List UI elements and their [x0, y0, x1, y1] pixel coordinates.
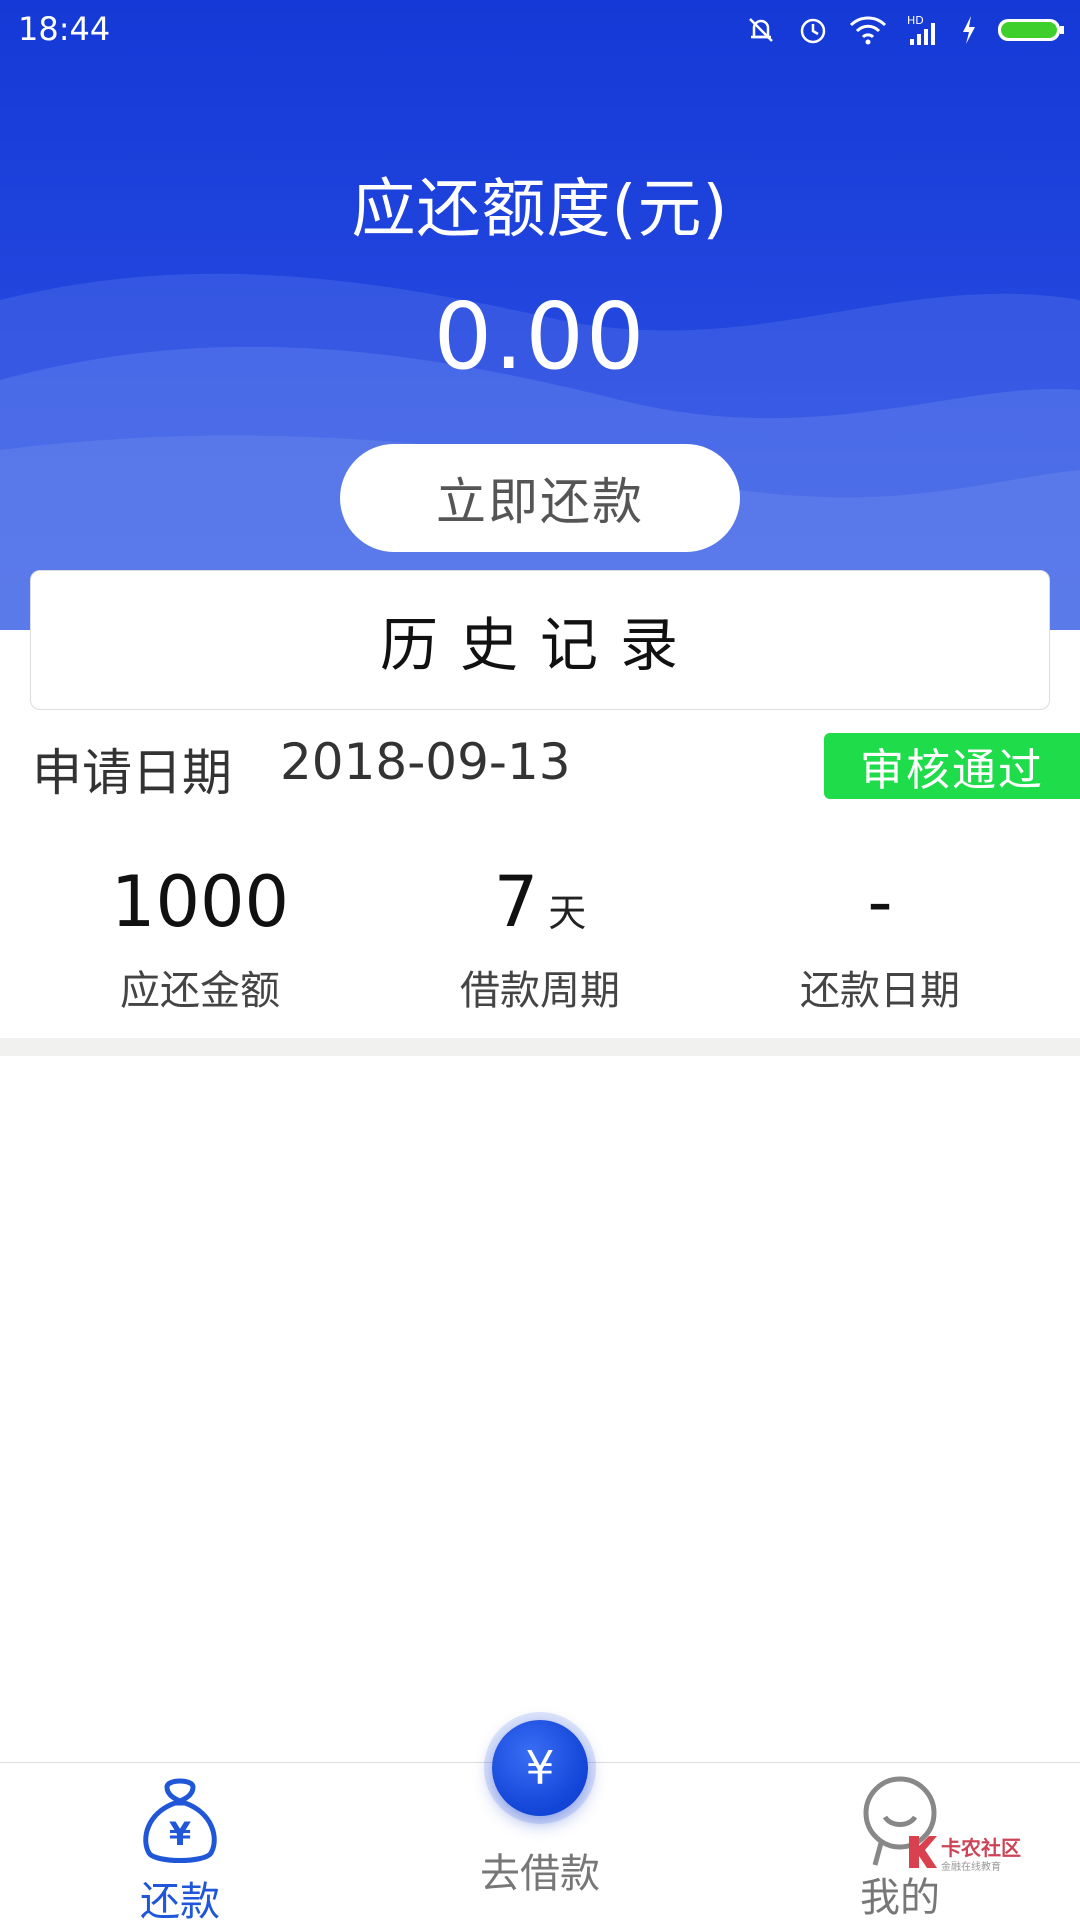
- signal-hd-icon: HD: [907, 14, 935, 45]
- money-bag-icon: ¥: [143, 1778, 217, 1863]
- signal-badge: HD: [907, 14, 924, 27]
- watermark-subtext: 金融在线教育: [941, 1862, 1001, 1873]
- stat-label: 应还金额: [120, 968, 280, 1014]
- tab-repay[interactable]: ¥ 还款: [100, 1773, 260, 1927]
- repay-now-button[interactable]: 立即还款: [340, 444, 740, 552]
- status-bar: 18:44 HD: [0, 0, 1080, 60]
- stat-unit: 天: [548, 891, 587, 935]
- watermark-icon: [909, 1836, 937, 1868]
- stat-repay-date: - 还款日期: [710, 860, 1050, 1016]
- stat-label: 借款周期: [460, 968, 620, 1014]
- wifi-icon: [849, 16, 887, 45]
- watermark-logo: 卡农社区 金融在线教育: [903, 1832, 1023, 1876]
- stat-value: 1000: [30, 860, 370, 944]
- status-time: 18:44: [18, 10, 111, 48]
- apply-date-label: 申请日期: [32, 744, 232, 802]
- watermark-text: 卡农社区: [941, 1836, 1021, 1860]
- status-icons: HD: [744, 10, 1066, 50]
- stat-number: 1000: [110, 861, 290, 943]
- status-badge: 审核通过: [824, 733, 1080, 799]
- apply-date-value: 2018-09-13: [280, 733, 571, 791]
- tab-repay-label: 还款: [140, 1879, 220, 1925]
- bag-symbol: ¥: [169, 1815, 191, 1853]
- battery-icon: [998, 19, 1064, 41]
- yuan-circle-icon[interactable]: ¥: [492, 1720, 588, 1816]
- alarm-icon: [800, 18, 826, 44]
- charging-icon: [963, 16, 975, 44]
- stat-number: -: [867, 861, 893, 943]
- bell-muted-icon: [749, 18, 773, 42]
- stat-value: 7天: [370, 860, 710, 944]
- stat-amount-due: 1000 应还金额: [30, 860, 370, 1016]
- history-button[interactable]: 历史记录: [30, 570, 1050, 710]
- tab-borrow[interactable]: 去借款: [440, 1841, 640, 1899]
- stat-loan-period: 7天 借款周期: [370, 860, 710, 1016]
- stat-number: 7: [493, 861, 539, 943]
- stat-label: 还款日期: [800, 968, 960, 1014]
- section-divider: [0, 1038, 1080, 1056]
- tab-borrow-label: 去借款: [480, 1851, 600, 1897]
- stat-value: -: [710, 860, 1050, 944]
- due-amount: 0.00: [433, 283, 647, 390]
- page-title: 应还额度(元): [351, 173, 729, 247]
